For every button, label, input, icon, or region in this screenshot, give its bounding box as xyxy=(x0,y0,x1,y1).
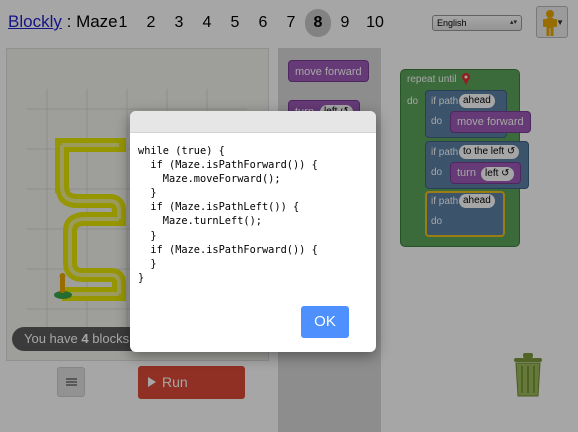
dialog-titlebar xyxy=(130,111,376,133)
code-line: } xyxy=(138,187,157,200)
ok-button[interactable]: OK xyxy=(301,306,349,338)
code-dialog: while (true) { if (Maze.isPathForward())… xyxy=(130,111,376,352)
code-line: } xyxy=(138,257,157,270)
code-line: } xyxy=(138,271,145,284)
code-line: while (true) { xyxy=(138,145,225,157)
generated-code: while (true) { if (Maze.isPathForward())… xyxy=(138,144,318,285)
code-line: Maze.turnLeft(); xyxy=(138,215,262,228)
code-line: if (Maze.isPathLeft()) { xyxy=(138,201,300,214)
code-line: if (Maze.isPathForward()) { xyxy=(138,243,318,256)
code-line: if (Maze.isPathForward()) { xyxy=(138,159,318,172)
code-line: } xyxy=(138,229,157,242)
code-line: Maze.moveForward(); xyxy=(138,173,281,186)
